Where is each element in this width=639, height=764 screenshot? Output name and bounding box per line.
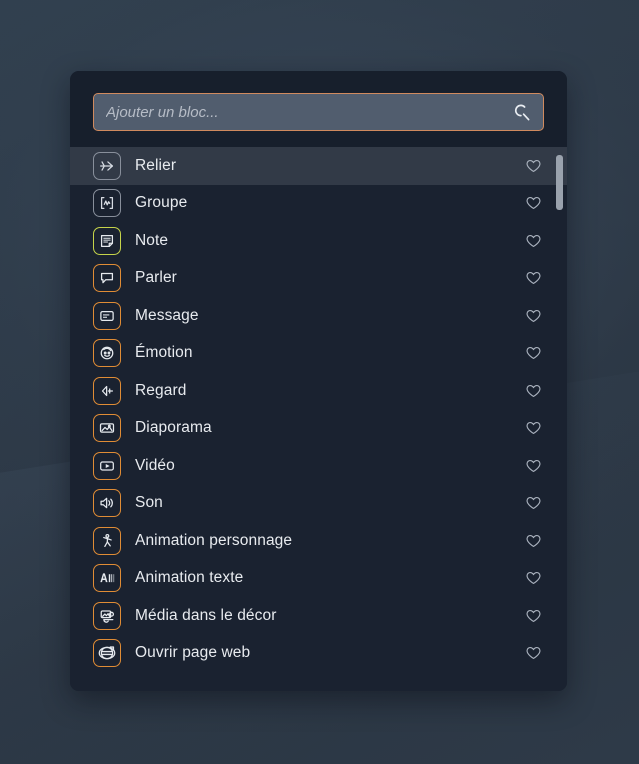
block-list-item-label: Regard [135, 381, 187, 399]
favorite-heart-icon[interactable] [513, 608, 553, 624]
block-list-item-label: Animation personnage [135, 531, 293, 549]
text-anim-icon [93, 564, 121, 593]
search-input[interactable] [94, 94, 543, 130]
block-list-item-label: Émotion [135, 344, 193, 362]
block-list-item[interactable]: Animation texte [70, 559, 567, 597]
block-list-item-label: Ouvrir page web [135, 644, 251, 662]
block-list-item[interactable]: Animation personnage [70, 522, 567, 560]
favorite-heart-icon[interactable] [513, 533, 553, 549]
sound-icon [93, 489, 121, 518]
gaze-arrow-icon [93, 376, 121, 405]
block-list-item-label: Relier [135, 156, 177, 174]
block-list-item-label: Diaporama [135, 419, 212, 437]
list-scrollbar-track[interactable] [556, 147, 563, 691]
block-list-item[interactable]: Média dans le décor [70, 597, 567, 635]
block-list-item-label: Parler [135, 269, 177, 287]
block-list-item[interactable]: Son [70, 484, 567, 522]
block-list-item[interactable]: Regard [70, 372, 567, 410]
favorite-heart-icon[interactable] [513, 308, 553, 324]
favorite-heart-icon[interactable] [513, 195, 553, 211]
slideshow-icon [93, 414, 121, 443]
speech-bubble-icon [93, 264, 121, 293]
block-list-item[interactable]: Émotion [70, 334, 567, 372]
block-list-item-label: Vidéo [135, 456, 175, 474]
favorite-heart-icon[interactable] [513, 345, 553, 361]
block-list-item[interactable]: Groupe [70, 184, 567, 222]
favorite-heart-icon[interactable] [513, 458, 553, 474]
favorite-heart-icon[interactable] [513, 645, 553, 661]
group-icon [93, 189, 121, 218]
block-list-item-label: Son [135, 494, 163, 512]
favorite-heart-icon[interactable] [513, 158, 553, 174]
favorite-heart-icon[interactable] [513, 270, 553, 286]
search-area [70, 71, 567, 147]
emotion-face-icon [93, 339, 121, 368]
open-webpage-icon [93, 639, 121, 668]
block-list-item-label: Média dans le décor [135, 606, 277, 624]
media-in-scene-icon [93, 601, 121, 630]
connect-icon [93, 151, 121, 180]
favorite-heart-icon[interactable] [513, 420, 553, 436]
favorite-heart-icon[interactable] [513, 233, 553, 249]
block-list-item[interactable]: Note [70, 222, 567, 260]
favorite-heart-icon[interactable] [513, 570, 553, 586]
favorite-heart-icon[interactable] [513, 495, 553, 511]
list-scrollbar-thumb[interactable] [556, 155, 563, 210]
message-icon [93, 301, 121, 330]
block-list-item[interactable]: Relier [70, 147, 567, 185]
block-list-item-label: Animation texte [135, 569, 244, 587]
block-list-item[interactable]: Vidéo [70, 447, 567, 485]
block-list-item[interactable]: Ouvrir page web [70, 634, 567, 672]
block-list-item-label: Message [135, 306, 199, 324]
block-list-item[interactable]: Parler [70, 259, 567, 297]
block-list-item-label: Note [135, 231, 169, 249]
block-list-item[interactable]: Diaporama [70, 409, 567, 447]
block-list-container: Relier Groupe Note Parler Message Émotion Rega… [70, 147, 567, 691]
block-list: Relier Groupe Note Parler Message Émotion Rega… [70, 147, 567, 691]
video-icon [93, 451, 121, 480]
block-list-item[interactable]: Message [70, 297, 567, 335]
character-anim-icon [93, 526, 121, 555]
note-icon [93, 226, 121, 255]
favorite-heart-icon[interactable] [513, 383, 553, 399]
search-box[interactable] [93, 93, 544, 131]
add-block-panel: Relier Groupe Note Parler Message Émotion Rega… [70, 71, 567, 691]
block-list-item-label: Groupe [135, 194, 188, 212]
